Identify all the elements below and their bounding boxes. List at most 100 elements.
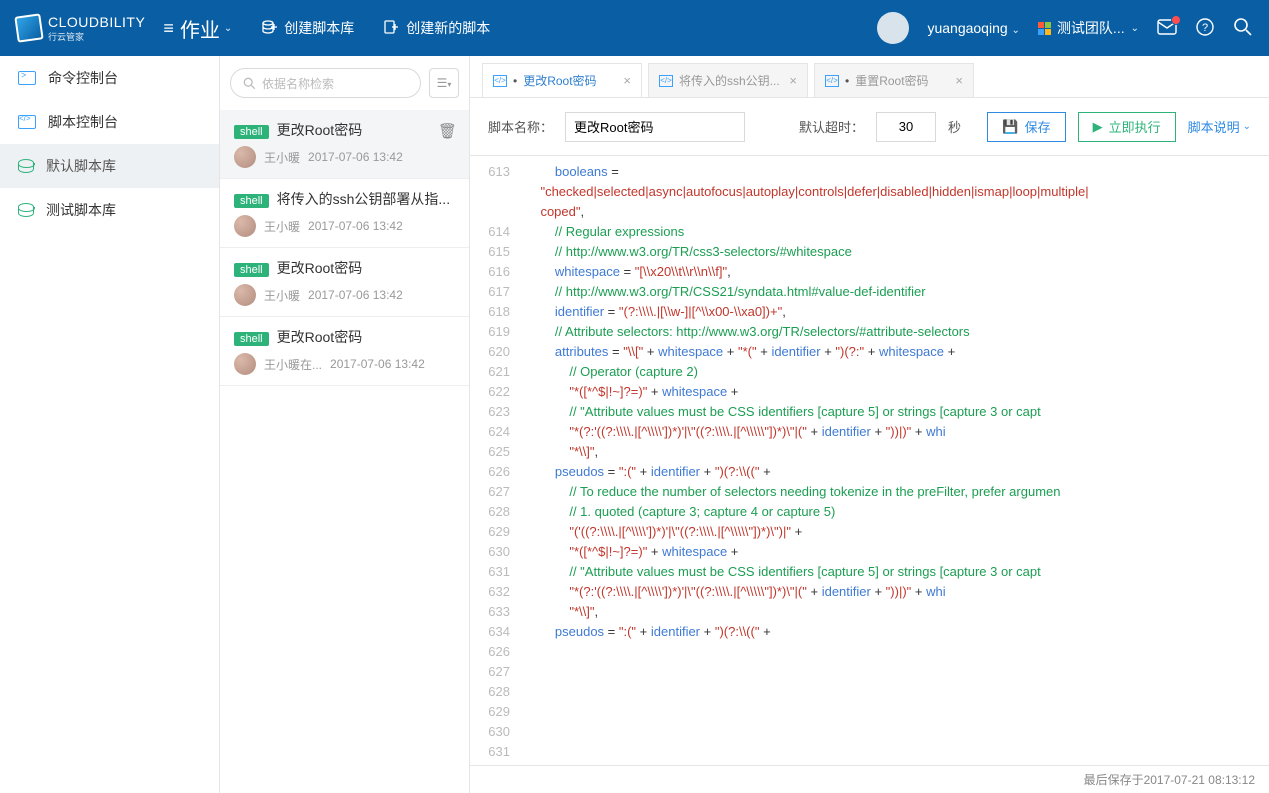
author-name: 王小暖 <box>264 218 300 235</box>
save-button[interactable]: 💾保存 <box>987 112 1065 142</box>
filter-button[interactable]: ☰▾ <box>429 68 459 98</box>
close-icon[interactable]: × <box>623 73 631 88</box>
help-icon: ? <box>1195 17 1215 37</box>
user-avatar[interactable] <box>877 12 909 44</box>
close-icon[interactable]: × <box>955 73 963 88</box>
nav-item-cmd[interactable]: 命令控制台 <box>0 56 219 100</box>
script-title: 更改Root密码 <box>277 260 363 276</box>
svg-text:?: ? <box>1202 22 1208 34</box>
code-editor[interactable]: booleans = "checked|selected|async|autof… <box>518 156 1269 765</box>
script-time: 2017-07-06 13:42 <box>330 357 425 371</box>
timeout-unit: 秒 <box>948 117 961 136</box>
run-button[interactable]: ▶立即执行 <box>1078 112 1176 142</box>
timeout-input[interactable] <box>876 112 936 142</box>
search-icon <box>243 77 256 90</box>
script-list-item[interactable]: shell 更改Root密码 王小暖 2017-07-06 13:42 <box>220 248 469 317</box>
author-name: 王小暖 <box>264 287 300 304</box>
script-time: 2017-07-06 13:42 <box>308 219 403 233</box>
code-icon: </> <box>493 75 507 87</box>
db-icon <box>18 203 34 217</box>
db-icon <box>18 159 34 173</box>
brand-name: CLOUDBILITY <box>48 14 145 30</box>
tab-label: 重置Root密码 <box>855 72 928 89</box>
tab-label: 将传入的ssh公钥... <box>679 72 780 89</box>
lang-badge: shell <box>234 125 269 139</box>
brand-sub: 行云管家 <box>48 30 145 43</box>
search-input[interactable]: 依据名称检索 <box>230 68 421 98</box>
script-name-input[interactable] <box>565 112 745 142</box>
database-icon <box>260 19 278 37</box>
nav-item-label: 测试脚本库 <box>46 200 116 220</box>
author-avatar <box>234 215 256 237</box>
help-button[interactable]: ? <box>1195 17 1215 40</box>
search-button[interactable] <box>1233 17 1253 40</box>
menu-icon[interactable]: ≡ <box>163 18 174 39</box>
delete-icon[interactable]: 🗑 <box>438 122 457 140</box>
user-menu[interactable]: yuangaoqing ⌄ <box>927 20 1019 36</box>
play-icon: ▶ <box>1093 119 1103 135</box>
script-title: 将传入的ssh公钥部署从指... <box>277 191 450 207</box>
create-library-button[interactable]: 创建脚本库 <box>260 18 354 38</box>
status-bar: 最后保存于2017-07-21 08:13:12 <box>470 765 1269 793</box>
tab-label: 更改Root密码 <box>523 72 596 89</box>
filter-icon: ☰▾ <box>437 76 452 90</box>
chevron-down-icon: ⌄ <box>1131 23 1139 34</box>
create-script-button[interactable]: 创建新的脚本 <box>382 18 490 38</box>
script-list-item[interactable]: shell 更改Root密码 王小暖在... 2017-07-06 13:42 <box>220 317 469 386</box>
notification-dot-icon <box>1171 15 1181 25</box>
line-gutter: 613 614615616617618619620621622623624625… <box>470 156 518 765</box>
save-icon: 💾 <box>1002 119 1018 135</box>
lang-badge: shell <box>234 263 269 277</box>
author-avatar <box>234 284 256 306</box>
cmd-icon <box>18 71 36 85</box>
code-icon: </> <box>659 75 673 87</box>
script-icon <box>18 115 36 129</box>
chevron-down-icon: ⌄ <box>224 23 232 34</box>
file-plus-icon <box>382 19 400 37</box>
editor-tab[interactable]: </> • 更改Root密码 × <box>482 63 642 97</box>
chevron-down-icon: ⌄ <box>1012 25 1020 36</box>
lang-badge: shell <box>234 332 269 346</box>
script-list-item[interactable]: shell 更改Root密码 🗑 王小暖 2017-07-06 13:42 <box>220 110 469 179</box>
nav-item-script[interactable]: 脚本控制台 <box>0 100 219 144</box>
script-desc-link[interactable]: 脚本说明 ⌄ <box>1188 117 1251 136</box>
nav-item-db[interactable]: 默认脚本库 <box>0 144 219 188</box>
author-name: 王小暖在... <box>264 356 322 373</box>
script-time: 2017-07-06 13:42 <box>308 150 403 164</box>
script-time: 2017-07-06 13:42 <box>308 288 403 302</box>
editor-tab[interactable]: </> • 重置Root密码 × <box>814 63 974 97</box>
nav-item-label: 命令控制台 <box>48 68 118 88</box>
editor-tab[interactable]: </> 将传入的ssh公钥... × <box>648 63 808 97</box>
notifications-button[interactable] <box>1157 19 1177 38</box>
code-icon: </> <box>825 75 839 87</box>
script-list-panel: 依据名称检索 ☰▾ shell 更改Root密码 🗑 王小暖 2017-07-06 … <box>220 56 470 793</box>
editor-area: </> • 更改Root密码 × </> 将传入的ssh公钥... × </> • 重置Root密… <box>470 56 1269 793</box>
editor-tabs: </> • 更改Root密码 × </> 将传入的ssh公钥... × </> • 重置Root密… <box>470 56 1269 98</box>
logo-icon <box>14 13 43 42</box>
nav-item-db[interactable]: 测试脚本库 <box>0 188 219 232</box>
close-icon[interactable]: × <box>789 73 797 88</box>
editor-toolbar: 脚本名称： 默认超时： 秒 💾保存 ▶立即执行 脚本说明 ⌄ <box>470 98 1269 156</box>
name-label: 脚本名称： <box>488 117 553 136</box>
author-avatar <box>234 146 256 168</box>
left-nav: 命令控制台脚本控制台默认脚本库测试脚本库 <box>0 56 220 793</box>
job-dropdown[interactable]: 作业 <box>180 14 220 43</box>
last-saved-text: 最后保存于2017-07-21 08:13:12 <box>1084 771 1255 788</box>
team-icon <box>1038 22 1051 35</box>
script-title: 更改Root密码 <box>277 122 363 138</box>
nav-item-label: 脚本控制台 <box>48 112 118 132</box>
brand-logo[interactable]: CLOUDBILITY 行云管家 <box>16 14 145 43</box>
dirty-dot-icon: • <box>513 74 517 88</box>
search-icon <box>1233 17 1253 37</box>
author-name: 王小暖 <box>264 149 300 166</box>
team-menu[interactable]: 测试团队... ⌄ <box>1038 18 1139 38</box>
lang-badge: shell <box>234 194 269 208</box>
nav-item-label: 默认脚本库 <box>46 156 116 176</box>
chevron-down-icon: ⌄ <box>1243 121 1251 132</box>
script-title: 更改Root密码 <box>277 329 363 345</box>
dirty-dot-icon: • <box>845 74 849 88</box>
author-avatar <box>234 353 256 375</box>
script-list-item[interactable]: shell 将传入的ssh公钥部署从指... 王小暖 2017-07-06 13:4… <box>220 179 469 248</box>
top-bar: CLOUDBILITY 行云管家 ≡ 作业 ⌄ 创建脚本库 创建新的脚本 yua… <box>0 0 1269 56</box>
timeout-label: 默认超时： <box>799 117 864 136</box>
